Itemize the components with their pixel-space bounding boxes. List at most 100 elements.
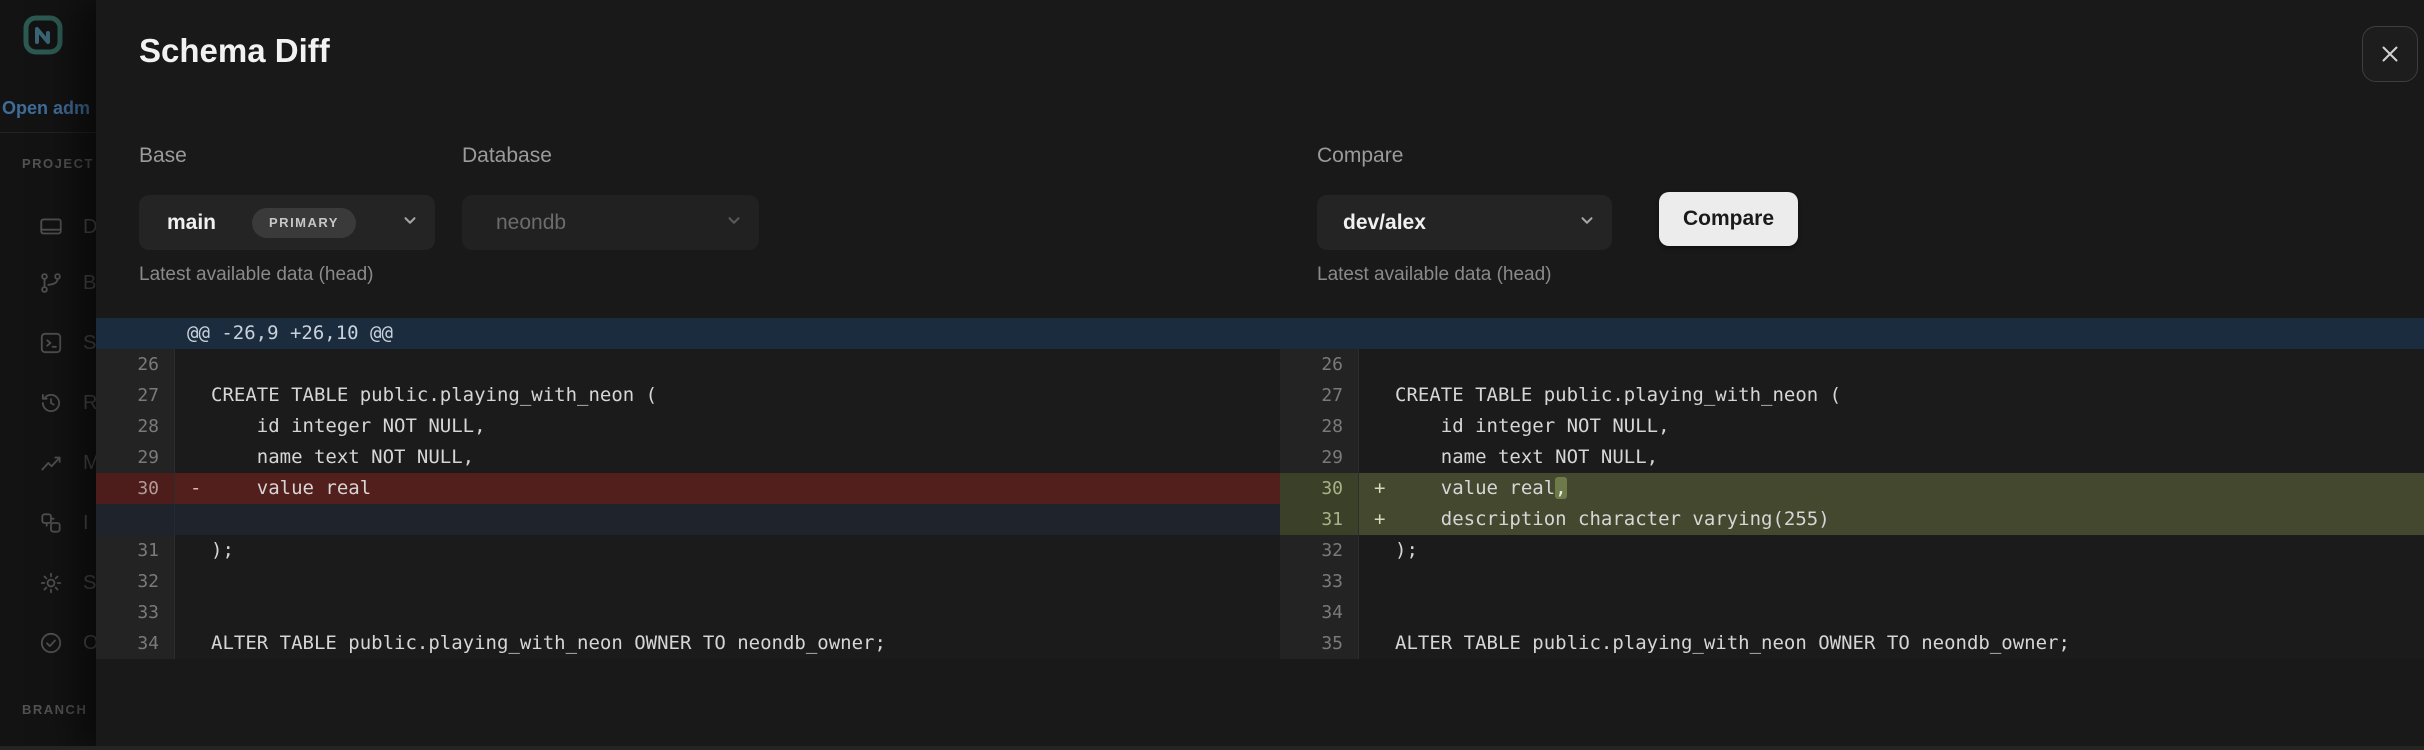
line-number: 26 [1280, 349, 1359, 380]
diff-line: ALTER TABLE public.playing_with_neon OWN… [175, 628, 1280, 659]
neon-logo[interactable] [22, 14, 64, 61]
diff-marker [1359, 442, 1395, 473]
diff-row: 34 ALTER TABLE public.playing_with_neon O… [96, 628, 1280, 659]
diff-line [175, 504, 1280, 535]
line-number: 30 [96, 473, 175, 504]
code-text: ); [1395, 539, 1418, 561]
diff-line: ); [1359, 535, 2424, 566]
code-text: id integer NOT NULL, [1395, 415, 1670, 437]
diff-line [175, 597, 1280, 628]
diff-marker [1359, 380, 1395, 411]
page-title: Schema Diff [139, 32, 330, 69]
diff-line [175, 566, 1280, 597]
diff-row: 29 name text NOT NULL, [1280, 442, 2424, 473]
diff-line: + description character varying(255) [1359, 504, 2424, 535]
neon-logo-icon [23, 15, 63, 55]
sidebar-item-operations[interactable]: O [38, 630, 96, 656]
sidebar-item-dashboard[interactable]: D [38, 214, 96, 240]
line-number: 29 [1280, 442, 1359, 473]
compare-branch-select[interactable]: dev/alex [1317, 195, 1612, 250]
diff-row: 32); [1280, 535, 2424, 566]
code-text: name text NOT NULL, [1395, 446, 1659, 468]
diff-row: 34 [1280, 597, 2424, 628]
sidebar-item-restore[interactable]: R [38, 390, 96, 416]
sidebar-item-label: S [83, 331, 96, 354]
diff-marker [175, 535, 211, 566]
restore-icon [41, 393, 61, 412]
sidebar-section-branch: BRANCH [22, 702, 88, 717]
sidebar: Open adm PROJECT D B S R M I S O BRANCH [0, 0, 96, 750]
close-icon [2382, 46, 2398, 62]
diff-line: CREATE TABLE public.playing_with_neon ( [1359, 380, 2424, 411]
code-text: ALTER TABLE public.playing_with_neon OWN… [211, 632, 886, 654]
sidebar-item-integrations[interactable]: I [38, 510, 89, 536]
diff-marker [175, 597, 211, 628]
compare-helper-text: Latest available data (head) [1317, 264, 1552, 285]
code-text: description character varying(255) [1395, 508, 1830, 530]
code-text: ); [211, 539, 234, 561]
diff-row: 29 name text NOT NULL, [96, 442, 1280, 473]
line-number: 33 [96, 597, 175, 628]
open-admin-link[interactable]: Open adm [2, 98, 96, 119]
operations-icon [40, 632, 62, 654]
base-helper-text: Latest available data (head) [139, 264, 374, 285]
diff-marker [175, 349, 211, 380]
code-text: name text NOT NULL, [211, 446, 475, 468]
diff-row: 26 [96, 349, 1280, 380]
diff-line: - value real [175, 473, 1280, 504]
line-number [96, 504, 175, 535]
sidebar-item-label: S [83, 571, 96, 594]
line-number: 35 [1280, 628, 1359, 659]
primary-badge: PRIMARY [252, 207, 356, 238]
diff-row: 35 ALTER TABLE public.playing_with_neon O… [1280, 628, 2424, 659]
schema-diff-viewer: @@ -26,9 +26,10 @@ 26 27 CREATE TABLE publ… [96, 318, 2424, 659]
code-text: id integer NOT NULL, [211, 415, 486, 437]
code-text: value real, [1395, 477, 1567, 499]
diff-marker [175, 380, 211, 411]
line-number: 28 [96, 411, 175, 442]
sidebar-item-branches[interactable]: B [38, 270, 96, 296]
database-select[interactable]: neondb [462, 195, 759, 250]
schema-diff-modal: Schema Diff Base Database Compare main P… [96, 0, 2424, 750]
diff-marker: - [190, 477, 202, 499]
code-text: CREATE TABLE public.playing_with_neon ( [211, 384, 658, 406]
diff-row [96, 504, 1280, 535]
sidebar-item-sql-editor[interactable]: S [38, 330, 96, 356]
sidebar-item-label: M [83, 451, 96, 474]
app-window: Open adm PROJECT D B S R M I S O BRANCH … [0, 0, 2424, 750]
diff-marker [1359, 628, 1395, 659]
sidebar-item-monitoring[interactable]: M [38, 450, 96, 476]
diff-marker: + [1374, 477, 1386, 499]
sidebar-section-project: PROJECT [22, 156, 94, 171]
sidebar-item-label: D [83, 215, 96, 238]
branches-icon [41, 273, 61, 293]
chevron-down-icon [401, 211, 419, 234]
close-button[interactable] [2362, 26, 2418, 82]
diff-marker [1359, 411, 1395, 442]
settings-icon [40, 572, 62, 594]
sql-editor-icon [40, 332, 62, 354]
diff-marker [175, 504, 211, 535]
code-text: ALTER TABLE public.playing_with_neon OWN… [1395, 632, 2070, 654]
database-label: Database [462, 144, 552, 167]
base-branch-select[interactable]: main PRIMARY [139, 195, 435, 250]
diff-row: 28 id integer NOT NULL, [96, 411, 1280, 442]
diff-line [1359, 349, 2424, 380]
diff-line: id integer NOT NULL, [1359, 411, 2424, 442]
sidebar-item-settings[interactable]: S [38, 570, 96, 596]
diff-row: 27 CREATE TABLE public.playing_with_neon … [96, 380, 1280, 411]
diff-row: 33 [1280, 566, 2424, 597]
compare-button[interactable]: Compare [1659, 192, 1798, 246]
diff-marker [175, 411, 211, 442]
line-number: 28 [1280, 411, 1359, 442]
diff-row: 30 + value real, [1280, 473, 2424, 504]
diff-line: name text NOT NULL, [175, 442, 1280, 473]
diff-marker [1359, 597, 1395, 628]
base-label: Base [139, 144, 187, 167]
diff-line: id integer NOT NULL, [175, 411, 1280, 442]
diff-marker [1359, 535, 1395, 566]
sidebar-item-label: O [83, 631, 96, 654]
line-number: 26 [96, 349, 175, 380]
diff-marker [175, 442, 211, 473]
diff-row: 31 + description character varying(255) [1280, 504, 2424, 535]
